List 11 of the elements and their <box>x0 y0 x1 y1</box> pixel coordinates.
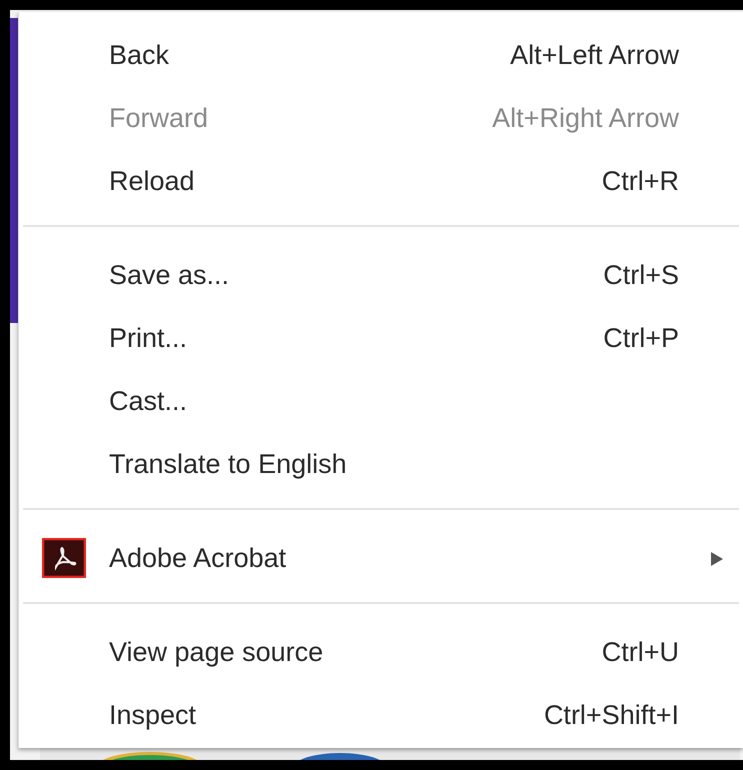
menu-item[interactable]: Adobe Acrobat <box>19 527 743 590</box>
menu-item[interactable]: Print... Ctrl+P <box>19 307 743 370</box>
menu-item[interactable]: Cast... <box>19 370 743 433</box>
pdf-app-icon <box>42 538 86 578</box>
menu-item[interactable]: Save as... Ctrl+S <box>19 244 743 307</box>
submenu-arrow-icon <box>711 552 723 566</box>
menu-item[interactable]: Reload Ctrl+R <box>19 150 743 213</box>
menu-item[interactable]: Inspect Ctrl+Shift+I <box>19 684 743 747</box>
menu-item[interactable]: Back Alt+Left Arrow <box>19 24 743 87</box>
menu-item[interactable]: View page source Ctrl+U <box>19 621 743 684</box>
menu-item[interactable]: Translate to English <box>19 433 743 496</box>
